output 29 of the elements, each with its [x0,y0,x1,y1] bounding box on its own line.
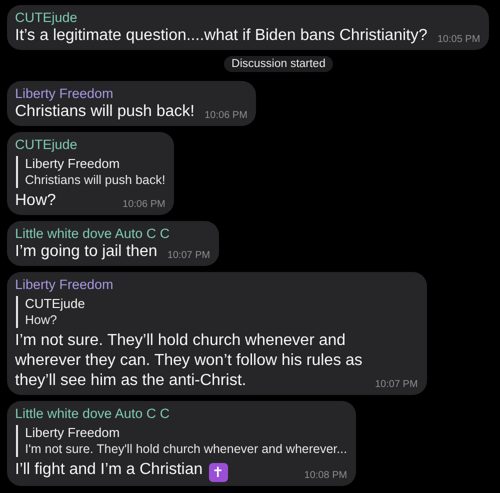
sender-name: Liberty Freedom [15,86,114,102]
cross-emoji: ✝ [208,462,228,482]
message-time: 10:06 PM [122,199,166,211]
quoted-text: I'm not sure. They'll hold church whenever and wherever... [25,441,348,457]
quoted-text: Christians will push back! [25,172,166,188]
message-text: I’m not sure. They’ll hold church whenever and wherever they can. They won’t follow his rules as they’ll see him as the anti-Christ. [15,331,364,391]
message-text: I’m going to jail then [15,242,158,262]
message-time: 10:08 PM [304,470,348,482]
reply-quote[interactable]: Liberty Freedom I'm not sure. They'll hold church whenever and wherever... [16,425,348,457]
sender-name: CUTEjude [15,10,78,26]
quoted-text: How? [25,312,58,328]
quoted-sender: Liberty Freedom [25,156,121,172]
message-text: It’s a legitimate question....what if Biden bans Christianity? [15,26,428,46]
message-text: Christians will push back! [15,102,195,122]
message-text: How? [15,191,56,211]
sender-name: Liberty Freedom [15,277,114,293]
reply-quote[interactable]: Liberty Freedom Christians will push back! [16,156,166,188]
message-text: I’ll fight and I’m a Christian ✝ [15,460,228,482]
quoted-sender: CUTEjude [25,296,86,312]
message-time: 10:05 PM [437,34,480,46]
message-time: 10:06 PM [204,110,248,122]
message-time: 10:07 PM [375,379,418,391]
message-time: 10:07 PM [167,250,210,262]
sender-name: CUTEjude [15,137,78,153]
system-notice: Discussion started [224,56,334,72]
reply-quote[interactable]: CUTEjude How? [16,296,418,328]
sender-name: Little white dove Auto C C [15,406,171,422]
quoted-sender: Liberty Freedom [25,425,121,441]
sender-name: Little white dove Auto C C [15,226,171,242]
